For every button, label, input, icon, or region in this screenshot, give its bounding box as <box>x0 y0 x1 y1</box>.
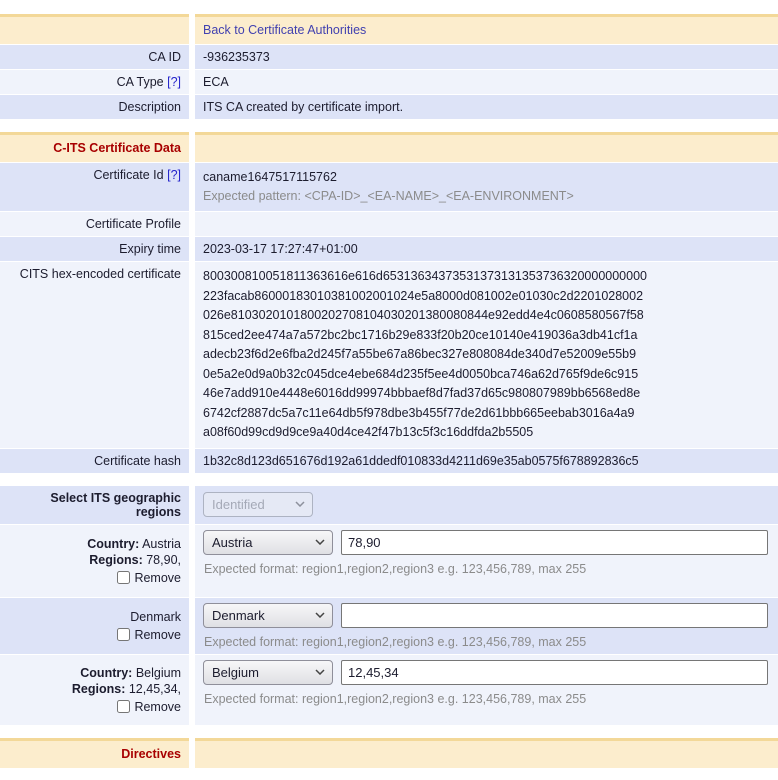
certificate-id-pattern-hint: Expected pattern: <CPA-ID>_<EA-NAME>_<EA… <box>203 187 770 206</box>
cits-section-header-row: C-ITS Certificate Data <box>0 132 778 162</box>
directives-section-header-spacer <box>195 738 778 768</box>
ca-type-value: ECA <box>195 70 778 94</box>
region-belgium-summary: Country: Belgium Regions: 12,45,34, Remo… <box>0 655 189 725</box>
remove-denmark-checkbox[interactable] <box>117 628 130 641</box>
region-field-line: Denmark <box>203 602 770 628</box>
directives-section-header-row: Directives <box>0 738 778 768</box>
hex-line: 026e810302010180020270810403020138008084… <box>203 306 770 326</box>
geo-regions-select-row: Select ITS geographic regions Identified <box>0 486 778 524</box>
geo-region-mode-select: Identified <box>203 492 313 517</box>
country-select-wrap: Austria <box>203 530 333 555</box>
certificate-id-label-cell: Certificate Id [?] <box>0 163 189 211</box>
hex-line: 223facab86000183010381002001024e5a8000d0… <box>203 287 770 307</box>
geo-regions-select-cell: Identified <box>195 486 778 524</box>
region-denmark-fields: Denmark Expected format: region1,region2… <box>195 598 778 654</box>
certificate-profile-row: Certificate Profile <box>0 212 778 236</box>
expiry-time-row: Expiry time 2023-03-17 17:27:47+01:00 <box>0 237 778 261</box>
back-link-row-label-cell <box>0 14 189 44</box>
country-select-belgium[interactable]: Belgium <box>203 660 333 685</box>
hex-line: 800300810051811363616e616d65313634373531… <box>203 267 770 287</box>
region-austria-summary: Country: Austria Regions: 78,90, Remove <box>0 525 189 597</box>
region-country-line: Denmark <box>130 609 181 625</box>
region-austria-fields: Austria Expected format: region1,region2… <box>195 525 778 597</box>
region-regions-line: Regions: 78,90, <box>89 552 181 568</box>
certificate-hash-label: Certificate hash <box>0 449 189 473</box>
country-select-austria[interactable]: Austria <box>203 530 333 555</box>
certificate-id-label: Certificate Id <box>93 168 163 182</box>
cits-section-header-spacer <box>195 132 778 162</box>
expiry-time-label: Expiry time <box>0 237 189 261</box>
hex-line: adecb23f6d2e6fba2d245f7a55be67a86bec327e… <box>203 345 770 365</box>
hex-certificate-value: 800300810051811363616e616d65313634373531… <box>195 262 778 448</box>
description-label: Description <box>0 95 189 119</box>
ca-edit-table: Back to Certificate Authorities CA ID -9… <box>0 14 778 768</box>
certificate-hash-value: 1b32c8d123d651676d192a61ddedf010833d4211… <box>195 449 778 473</box>
regions-format-hint: Expected format: region1,region2,region3… <box>204 635 770 649</box>
regions-input-austria[interactable] <box>341 530 768 555</box>
region-remove-line: Remove <box>117 699 181 715</box>
regions-format-hint: Expected format: region1,region2,region3… <box>204 562 770 576</box>
hex-line: 46e7add910e4448e6016dd99974bbbaef8d7fad3… <box>203 384 770 404</box>
hex-line: 6742cf2887dc5a7c11e64db5f978dbe3b455f77d… <box>203 404 770 424</box>
regions-input-belgium[interactable] <box>341 660 768 685</box>
remove-label: Remove <box>134 699 181 715</box>
region-field-line: Belgium <box>203 659 770 685</box>
hex-certificate-row: CITS hex-encoded certificate 80030081005… <box>0 262 778 448</box>
ca-id-label: CA ID <box>0 45 189 69</box>
region-belgium-fields: Belgium Expected format: region1,region2… <box>195 655 778 725</box>
hex-line: a08f60d99cd9d9ce9a40d4ce42f47b13c5f3c16d… <box>203 423 770 443</box>
region-field-line: Austria <box>203 529 770 555</box>
back-link-cell: Back to Certificate Authorities <box>195 14 778 44</box>
remove-austria-checkbox[interactable] <box>117 571 130 584</box>
region-remove-line: Remove <box>117 627 181 643</box>
geo-regions-select-label: Select ITS geographic regions <box>0 486 189 524</box>
ca-type-label-cell: CA Type [?] <box>0 70 189 94</box>
region-row-denmark: Denmark Remove Denmark Expected format: … <box>0 598 778 654</box>
remove-label: Remove <box>134 627 181 643</box>
directives-section-title: Directives <box>0 738 189 768</box>
ca-id-value: -936235373 <box>195 45 778 69</box>
ca-type-label: CA Type <box>117 75 164 89</box>
region-country-line: Country: Austria <box>87 536 181 552</box>
ca-type-row: CA Type [?] ECA <box>0 70 778 94</box>
regions-input-denmark[interactable] <box>341 603 768 628</box>
region-remove-line: Remove <box>117 570 181 586</box>
certificate-id-help-icon[interactable]: [?] <box>167 168 181 182</box>
back-link-row: Back to Certificate Authorities <box>0 14 778 44</box>
geo-region-mode-select-wrap: Identified <box>203 492 313 517</box>
country-select-wrap: Denmark <box>203 603 333 628</box>
region-denmark-summary: Denmark Remove <box>0 598 189 654</box>
country-select-denmark[interactable]: Denmark <box>203 603 333 628</box>
description-row: Description ITS CA created by certificat… <box>0 95 778 119</box>
hex-line: 815ced2ee474a7a572bc2bc1716b29e833f20b20… <box>203 326 770 346</box>
region-row-austria: Country: Austria Regions: 78,90, Remove … <box>0 525 778 597</box>
country-select-wrap: Belgium <box>203 660 333 685</box>
back-to-certificate-authorities-link[interactable]: Back to Certificate Authorities <box>203 23 366 37</box>
hex-line: 0e5a2e0d9a0b32c045dce4ebe684d235f5ee4d00… <box>203 365 770 385</box>
certificate-profile-value <box>195 212 778 236</box>
certificate-id-value: caname1647517115762 <box>203 168 770 187</box>
regions-format-hint: Expected format: region1,region2,region3… <box>204 692 770 706</box>
hex-certificate-label: CITS hex-encoded certificate <box>0 262 189 448</box>
region-row-belgium: Country: Belgium Regions: 12,45,34, Remo… <box>0 655 778 725</box>
expiry-time-value: 2023-03-17 17:27:47+01:00 <box>195 237 778 261</box>
certificate-id-row: Certificate Id [?] caname1647517115762 E… <box>0 163 778 211</box>
region-country-line: Country: Belgium <box>80 665 181 681</box>
certificate-hash-row: Certificate hash 1b32c8d123d651676d192a6… <box>0 449 778 473</box>
remove-belgium-checkbox[interactable] <box>117 700 130 713</box>
description-value: ITS CA created by certificate import. <box>195 95 778 119</box>
certificate-id-value-cell: caname1647517115762 Expected pattern: <C… <box>195 163 778 211</box>
remove-label: Remove <box>134 570 181 586</box>
ca-id-row: CA ID -936235373 <box>0 45 778 69</box>
region-regions-line: Regions: 12,45,34, <box>72 681 181 697</box>
ca-type-help-icon[interactable]: [?] <box>167 75 181 89</box>
certificate-profile-label: Certificate Profile <box>0 212 189 236</box>
cits-section-title: C-ITS Certificate Data <box>0 132 189 162</box>
